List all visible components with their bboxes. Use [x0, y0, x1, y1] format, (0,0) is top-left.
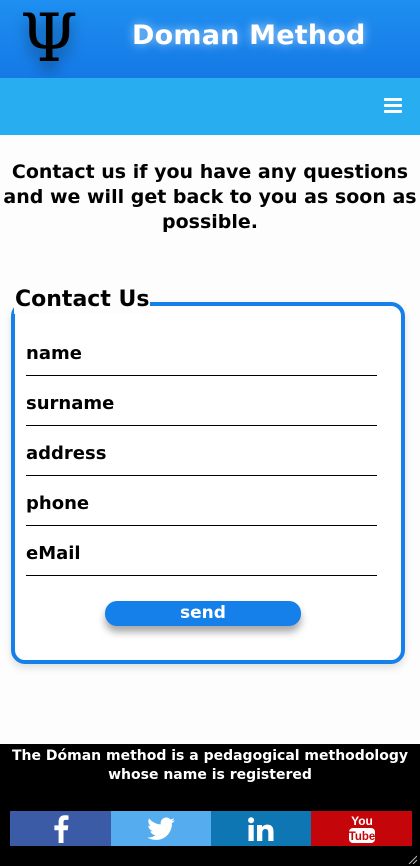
field-underline — [26, 425, 377, 426]
field-underline — [26, 475, 377, 476]
linkedin-icon — [248, 816, 274, 841]
site-header: Ψ Doman Method — [0, 0, 420, 78]
contact-form-legend: Contact Us — [14, 286, 151, 314]
twitter-link[interactable] — [111, 811, 211, 846]
linkedin-link[interactable] — [211, 811, 311, 846]
hamburger-menu-icon[interactable] — [384, 98, 402, 113]
youtube-icon: You Tube — [348, 814, 375, 843]
address-input[interactable] — [26, 432, 377, 475]
intro-text: Contact us if you have any questions and… — [0, 160, 420, 235]
intro-line: Contact us if you have any questions — [11, 161, 409, 183]
phone-field — [26, 482, 377, 526]
site-footer: The Dóman method is a pedagogical method… — [0, 744, 420, 866]
youtube-link[interactable]: You Tube — [311, 811, 412, 846]
email-input[interactable] — [26, 532, 377, 575]
footer-line: The Dóman method is a pedagogical method… — [11, 748, 408, 764]
email-field — [26, 532, 377, 576]
phone-input[interactable] — [26, 482, 377, 525]
field-underline — [26, 575, 377, 576]
social-links: You Tube — [10, 811, 412, 846]
field-underline — [26, 375, 377, 376]
psi-logo-icon[interactable]: Ψ — [17, 2, 81, 76]
twitter-icon — [147, 817, 175, 840]
facebook-link[interactable] — [10, 811, 111, 846]
name-input[interactable] — [26, 332, 377, 375]
intro-line: and we will get back to you as soon as — [3, 186, 417, 208]
address-field — [26, 432, 377, 476]
svg-text:You: You — [351, 814, 373, 828]
footer-line: whose name is registered — [108, 767, 312, 783]
surname-input[interactable] — [26, 382, 377, 425]
footer-text: The Dóman method is a pedagogical method… — [0, 747, 420, 785]
name-field — [26, 332, 377, 376]
nav-bar — [0, 78, 420, 135]
site-title[interactable]: Doman Method — [132, 20, 366, 51]
resize-handle-icon[interactable] — [407, 854, 417, 864]
svg-text:Tube: Tube — [348, 831, 375, 843]
send-button[interactable]: send — [105, 601, 301, 626]
field-underline — [26, 525, 377, 526]
intro-line: possible. — [161, 211, 258, 233]
surname-field — [26, 382, 377, 426]
facebook-icon — [53, 814, 68, 843]
